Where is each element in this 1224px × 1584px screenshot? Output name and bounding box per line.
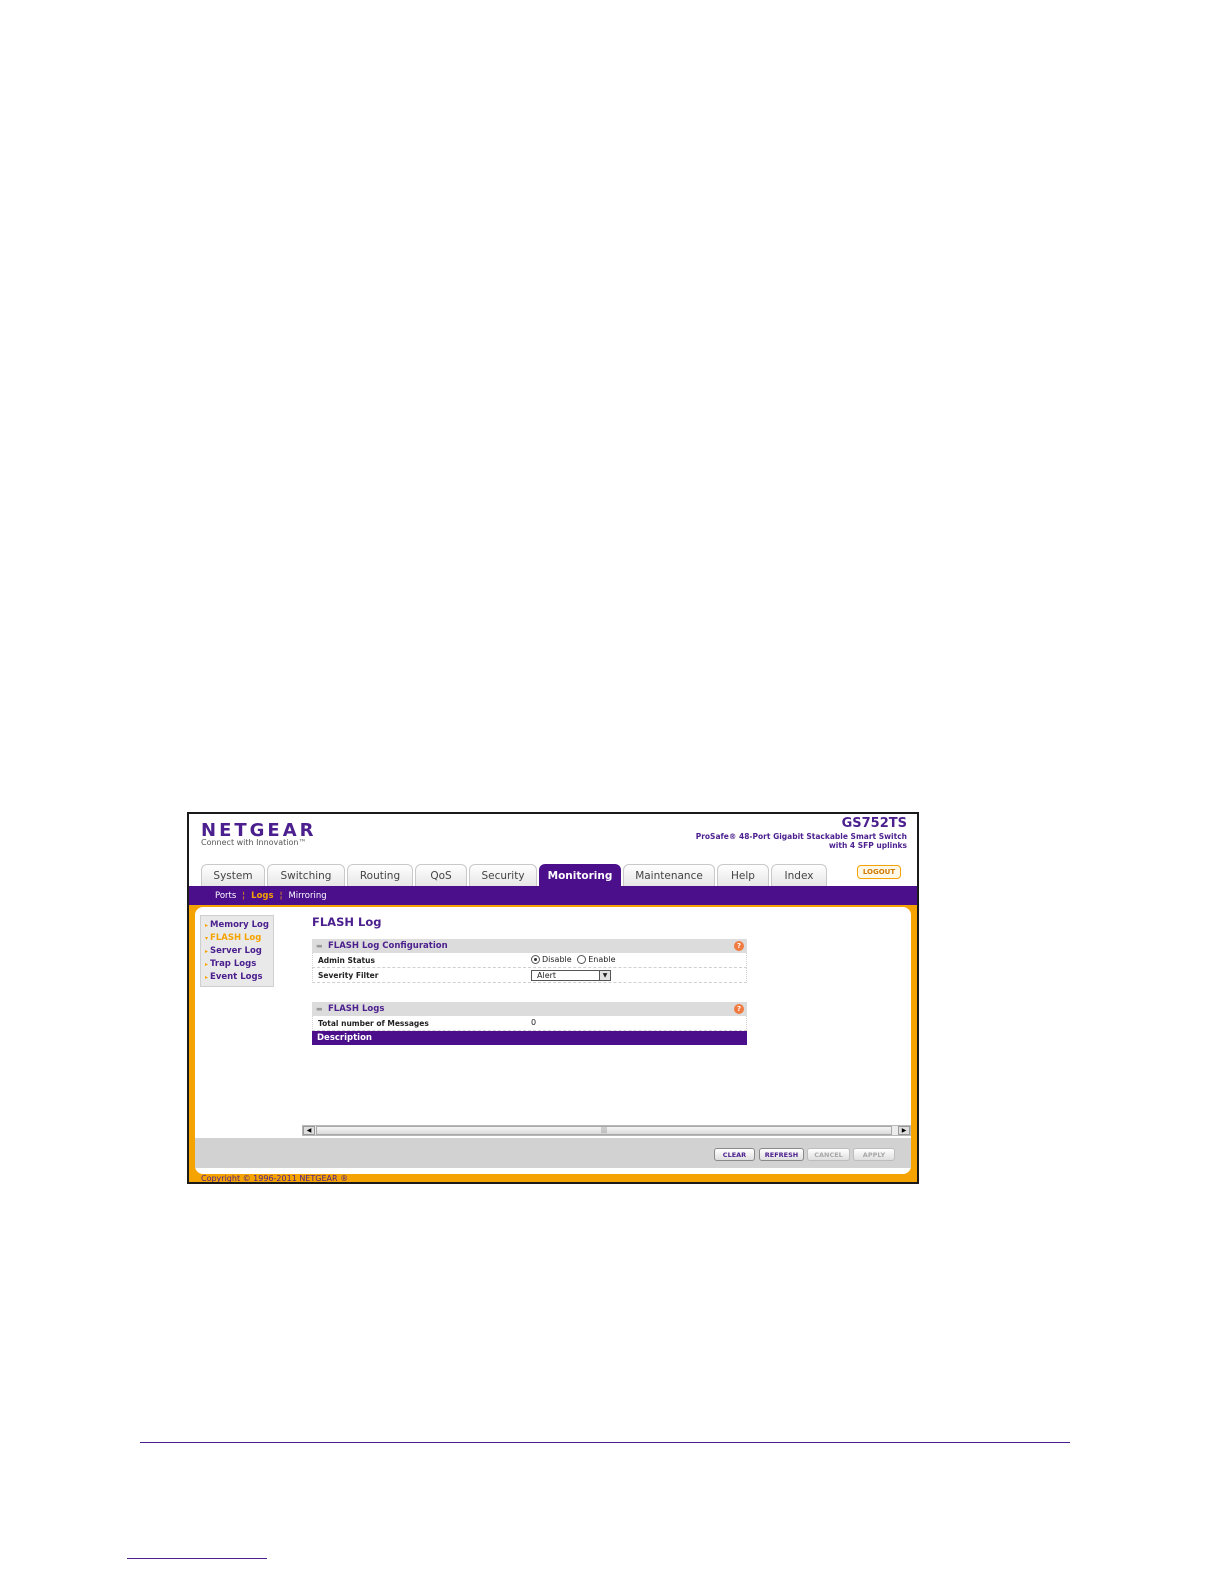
- scroll-left-icon[interactable]: ◀: [303, 1126, 315, 1135]
- menu-item-flash-log[interactable]: ▾ FLASH Log: [205, 932, 269, 945]
- screenshot-window: NETGEAR Connect with Innovation™ GS752TS…: [187, 812, 919, 1184]
- admin-status-row: Admin Status Disable Enable: [312, 953, 747, 968]
- admin-status-label: Admin Status: [318, 956, 375, 965]
- enable-label: Enable: [588, 955, 616, 964]
- menu-item-trap-logs[interactable]: ▸ Trap Logs: [205, 958, 269, 971]
- page-title: FLASH Log: [312, 915, 382, 929]
- config-section-header: ▬ FLASH Log Configuration ?: [312, 939, 747, 953]
- model-name: GS752TS: [841, 816, 907, 831]
- collapse-icon[interactable]: ▬: [316, 1002, 323, 1016]
- tagline: Connect with Innovation™: [201, 838, 307, 847]
- subnav-ports[interactable]: Ports: [215, 891, 236, 901]
- subnav-separator: ¦: [242, 890, 246, 901]
- copyright-text: Copyright © 1996-2011 NETGEAR ®: [201, 1174, 349, 1183]
- cancel-button[interactable]: CANCEL: [807, 1148, 850, 1161]
- model-description-line2: with 4 SFP uplinks: [828, 841, 907, 850]
- tab-index[interactable]: Index: [771, 864, 827, 886]
- footer-underline: [127, 1558, 267, 1559]
- tab-monitoring[interactable]: Monitoring: [539, 864, 621, 886]
- content-panel: ▸ Memory Log ▾ FLASH Log ▸ Server Log ▸ Trap…: [195, 907, 911, 1174]
- chevron-right-icon: ▸: [205, 948, 209, 955]
- chevron-right-icon: ▸: [205, 974, 209, 981]
- apply-button[interactable]: APPLY: [853, 1148, 895, 1161]
- total-messages-value: 0: [531, 1018, 537, 1027]
- subnav-mirroring[interactable]: Mirroring: [288, 891, 326, 901]
- scroll-right-icon[interactable]: ▶: [898, 1126, 910, 1135]
- sub-navigation: Ports ¦ Logs ¦ Mirroring: [189, 886, 917, 905]
- disable-label: Disable: [542, 955, 572, 964]
- logout-button[interactable]: LOGOUT: [857, 865, 901, 879]
- chevron-down-icon: ▾: [205, 935, 209, 942]
- main-tabs: System Switching Routing QoS Security Mo…: [201, 864, 829, 886]
- admin-status-options: Disable Enable: [531, 955, 615, 964]
- enable-radio[interactable]: [577, 955, 587, 964]
- tab-routing[interactable]: Routing: [347, 864, 413, 886]
- tab-security[interactable]: Security: [469, 864, 537, 886]
- scrollbar-thumb[interactable]: |||: [316, 1126, 892, 1135]
- tab-maintenance[interactable]: Maintenance: [623, 864, 715, 886]
- model-description-line1: ProSafe® 48-Port Gigabit Stackable Smart…: [695, 832, 907, 841]
- tab-system[interactable]: System: [201, 864, 265, 886]
- menu-item-event-logs[interactable]: ▸ Event Logs: [205, 971, 269, 984]
- description-column-header: Description: [312, 1031, 747, 1045]
- total-messages-label: Total number of Messages: [318, 1019, 429, 1028]
- refresh-button[interactable]: REFRESH: [759, 1148, 804, 1161]
- chevron-right-icon: ▸: [205, 922, 209, 929]
- help-icon[interactable]: ?: [734, 941, 744, 951]
- severity-filter-row: Severity Filter Alert ▼: [312, 968, 747, 983]
- horizontal-scrollbar[interactable]: ◀ ||| ▶: [302, 1125, 911, 1136]
- chevron-right-icon: ▸: [205, 961, 209, 968]
- logs-section-header: ▬ FLASH Logs ?: [312, 1002, 747, 1016]
- tab-switching[interactable]: Switching: [267, 864, 345, 886]
- menu-item-server-log[interactable]: ▸ Server Log: [205, 945, 269, 958]
- tab-qos[interactable]: QoS: [415, 864, 467, 886]
- subnav-logs[interactable]: Logs: [251, 891, 273, 901]
- page-divider: [140, 1442, 1070, 1443]
- button-bar: CLEAR REFRESH CANCEL APPLY: [195, 1138, 911, 1168]
- subnav-separator: ¦: [279, 890, 283, 901]
- menu-item-memory-log[interactable]: ▸ Memory Log: [205, 919, 269, 932]
- help-icon[interactable]: ?: [734, 1004, 744, 1014]
- disable-radio[interactable]: [531, 955, 540, 964]
- severity-filter-select[interactable]: Alert ▼: [531, 970, 611, 981]
- collapse-icon[interactable]: ▬: [316, 939, 323, 953]
- severity-filter-label: Severity Filter: [318, 971, 379, 980]
- clear-button[interactable]: CLEAR: [714, 1148, 755, 1161]
- total-messages-row: Total number of Messages 0: [312, 1016, 747, 1031]
- chevron-down-icon: ▼: [599, 971, 610, 980]
- tab-help[interactable]: Help: [717, 864, 769, 886]
- left-menu: ▸ Memory Log ▾ FLASH Log ▸ Server Log ▸ Trap…: [200, 915, 274, 987]
